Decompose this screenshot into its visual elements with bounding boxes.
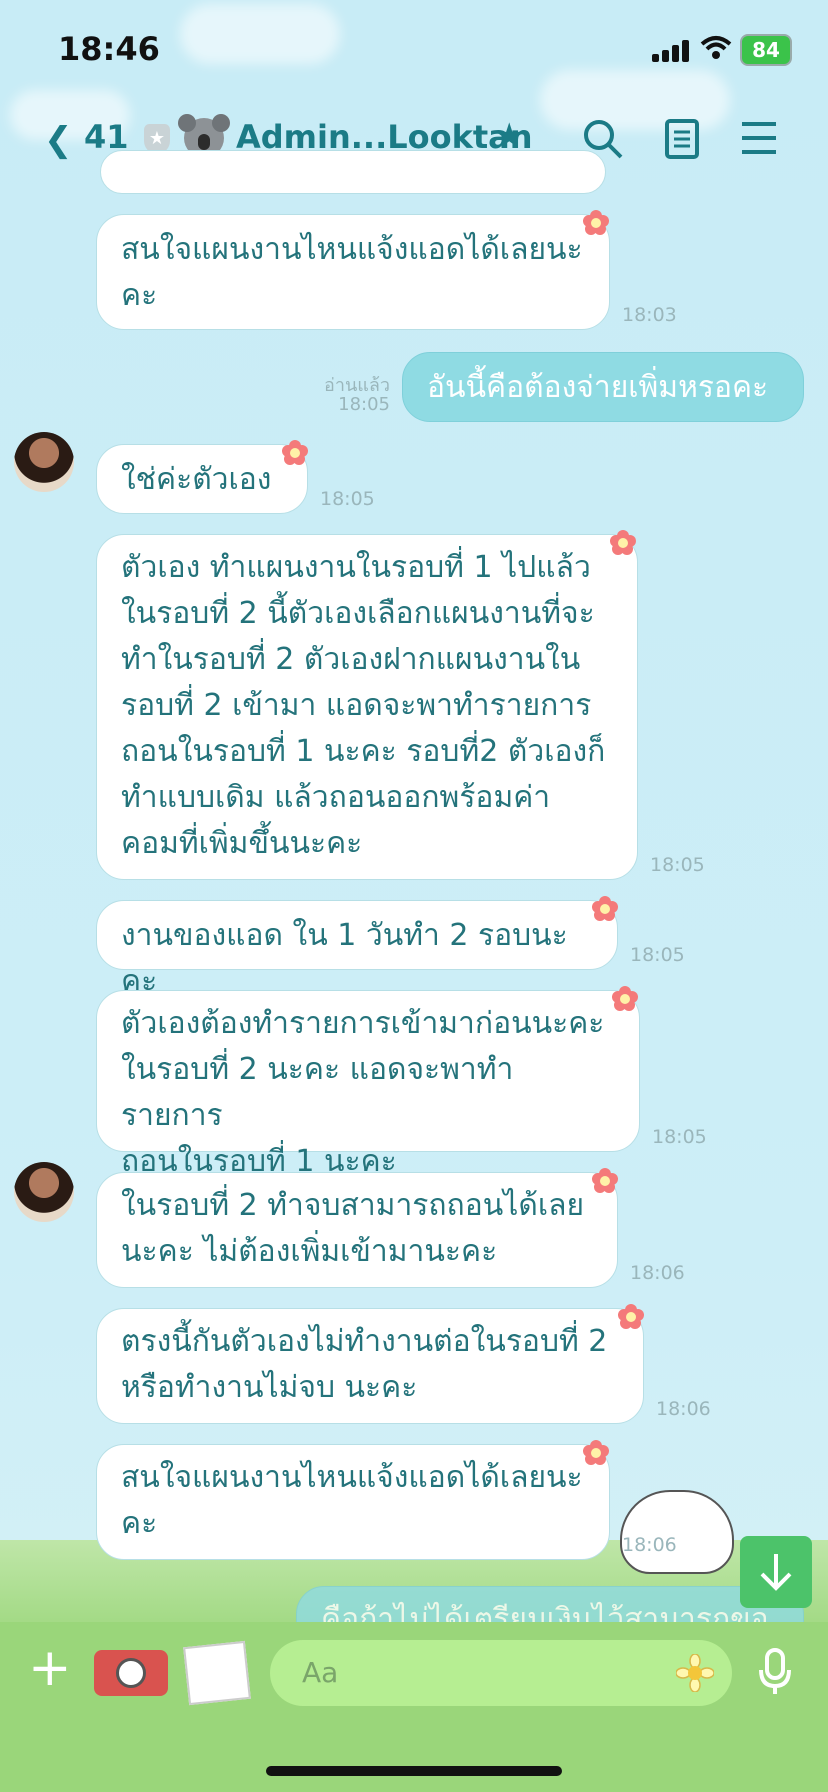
message-bubble[interactable]: สนใจแผนงานไหนแจ้งแอดได้เลยนะ คะ [96,1444,610,1560]
notes-icon[interactable] [664,118,700,160]
message-bubble-outgoing[interactable]: อันนี้คือต้องจ่ายเพิ่มหรอคะ [402,352,804,422]
flower-sticker-icon [583,210,609,236]
message-time: 18:06 [622,1534,677,1556]
message-time: 18:05 [320,488,375,510]
message-bubble[interactable]: งานของแอด ใน 1 วันทำ 2 รอบนะคะ [96,900,618,999]
menu-icon[interactable] [740,118,778,158]
back-chevron-icon[interactable]: ❮ [44,120,73,160]
message-bubble[interactable]: ตัวเองต้องทำรายการเข้ามาก่อนนะคะ ในรอบที… [96,990,640,1179]
message-time: 18:05 [652,1126,707,1148]
message-bubble[interactable]: สนใจแผนงานไหนแจ้งแอดได้เลยนะ คะ [96,214,610,330]
message-time: 18:06 [656,1398,711,1420]
plus-icon[interactable]: + [28,1642,72,1694]
message-time: 18:05 [650,854,705,876]
avatar[interactable] [14,1162,74,1222]
sticker-icon[interactable] [183,1640,251,1706]
flower-sticker-icon [610,530,636,556]
status-bar: 18:46 84 [0,0,828,100]
flower-sticker-icon [612,986,638,1012]
scroll-down-icon [760,1554,792,1591]
message-time: 18:05 [338,394,390,415]
flower-sticker-icon [618,1304,644,1330]
message-time: 18:03 [622,304,677,326]
mic-icon[interactable] [758,1648,792,1696]
avatar[interactable] [14,432,74,492]
message-input[interactable]: Aa [270,1640,732,1706]
message-bubble[interactable]: ตรงนี้กันตัวเองไม่ทำงานต่อในรอบที่ 2 หรื… [96,1308,644,1424]
message-bubble[interactable]: ใช่ค่ะตัวเอง [96,444,308,514]
emoji-icon[interactable] [676,1654,714,1692]
message-time: 18:05 [630,944,685,966]
message-time: 18:06 [630,1262,685,1284]
flower-sticker-icon [592,1168,618,1194]
cellular-signal-icon [652,40,692,62]
flower-sticker-icon [583,1440,609,1466]
cat-sticker-illustration [620,1490,734,1574]
status-time: 18:46 [58,30,160,68]
home-bar [0,1718,828,1792]
camera-icon[interactable] [94,1650,168,1696]
message-input-placeholder: Aa [302,1656,339,1689]
wifi-icon [700,36,732,59]
message-bubble-partial [100,150,606,194]
message-input-bar: + Aa [0,1622,828,1718]
scroll-down-button[interactable] [740,1536,812,1608]
flower-sticker-icon [282,440,308,466]
flower-sticker-icon [592,896,618,922]
message-bubble[interactable]: ในรอบที่ 2 ทำจบสามารถถอนได้เลย นะคะ ไม่ต… [96,1172,618,1288]
home-indicator[interactable] [266,1766,562,1776]
battery-indicator: 84 [740,34,792,66]
message-bubble[interactable]: ตัวเอง ทำแผนงานในรอบที่ 1 ไปแล้ว ในรอบที… [96,534,638,880]
